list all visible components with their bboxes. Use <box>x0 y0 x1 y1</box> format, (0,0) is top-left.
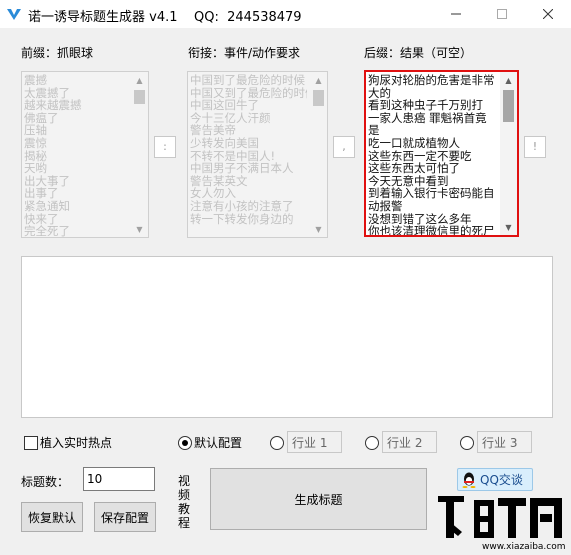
connector-list[interactable]: 中国到了最危险的时候 中国又到了最危险的时候 中国这回牛了 今十三亿人汗颜 警告美帝 少转… <box>187 71 328 238</box>
hot-topic-checkbox[interactable] <box>24 436 38 450</box>
list-item[interactable]: 这些东西太可怕了 <box>368 162 497 175</box>
list-item[interactable]: 你也该清理微信里的死尸了 <box>368 225 497 235</box>
suffix-scrollbar[interactable]: ▲ ▼ <box>500 72 517 235</box>
list-item[interactable]: 警告某英文 <box>190 175 307 188</box>
list-item[interactable]: 转一下转发你身边的 <box>190 213 307 226</box>
scroll-down-icon[interactable]: ▼ <box>131 221 148 237</box>
list-item[interactable]: 不转不是中国人! <box>190 150 307 163</box>
scroll-up-icon[interactable]: ▲ <box>500 72 517 88</box>
list-item[interactable]: 注意有小孩的注意了 <box>190 200 307 213</box>
suffix-label: 后缀：结果（可空） <box>364 46 473 60</box>
scroll-up-icon[interactable]: ▲ <box>131 72 148 88</box>
maximize-button[interactable] <box>479 0 525 28</box>
connector-label: 衔接：事件/动作要求 <box>188 46 301 60</box>
prefix-label: 前缀：抓眼球 <box>21 46 94 60</box>
list-item[interactable]: 今天无意中看到 <box>368 175 497 188</box>
prefix-separator-input[interactable]: : <box>154 136 176 158</box>
prefix-list[interactable]: 震撼 太震撼了 越来越震撼 佛瘟了 压轴 震惊 揭秘 天哟 出大事了 出事了 紧急通知 快来了 完全死了… <box>21 71 149 238</box>
connector-separator-input[interactable]: , <box>333 136 355 158</box>
list-item[interactable]: 震撼 <box>24 74 128 87</box>
list-item[interactable]: 吃一口就成植物人 <box>368 137 497 150</box>
maximize-icon <box>497 9 507 19</box>
list-item[interactable]: 狗尿对轮胎的危害是非常大的 <box>368 74 497 99</box>
industry-2-radio[interactable] <box>365 436 379 450</box>
minimize-icon <box>451 13 461 15</box>
scroll-thumb[interactable] <box>134 90 145 104</box>
qq-chat-label: QQ交谈 <box>480 473 523 487</box>
generate-title-button[interactable]: 生成标题 <box>210 468 427 530</box>
list-item[interactable]: 一家人患癌 罪魁祸首竟是 <box>368 112 497 137</box>
list-item[interactable]: 中国到了最危险的时候 <box>190 74 307 87</box>
app-logo-icon <box>7 9 21 20</box>
list-item[interactable]: 揭秘 <box>24 150 128 163</box>
watermark-url: www.xiazaiba.com <box>482 542 566 552</box>
suffix-list[interactable]: 狗尿对轮胎的危害是非常大的 看到这种虫子千万别打 一家人患癌 罪魁祸首竟是 吃一口就成… <box>364 70 519 237</box>
hot-topic-label: 植入实时热点 <box>40 436 113 450</box>
list-item[interactable]: 太震撼了 <box>24 87 128 100</box>
industry-2-label: 行业 2 <box>382 431 437 453</box>
title-count-input[interactable]: 10 <box>83 467 155 491</box>
list-item[interactable]: 到着输入银行卡密码能自动报警 <box>368 187 497 212</box>
restore-default-button[interactable]: 恢复默认 <box>21 502 83 532</box>
list-item[interactable]: 女人勿入 <box>190 187 307 200</box>
list-item[interactable]: 出大事了 <box>24 175 128 188</box>
close-icon <box>543 9 553 19</box>
scroll-thumb[interactable] <box>313 90 324 106</box>
list-item[interactable]: 今十三亿人汗颜 <box>190 112 307 125</box>
list-item[interactable]: 震惊 <box>24 137 128 150</box>
scroll-thumb[interactable] <box>503 90 514 122</box>
close-button[interactable] <box>525 0 571 28</box>
industry-3-radio[interactable] <box>460 436 474 450</box>
qq-chat-button[interactable]: QQ交谈 <box>457 468 533 491</box>
default-config-radio[interactable] <box>178 436 192 450</box>
industry-1-label: 行业 1 <box>287 431 342 453</box>
minimize-button[interactable] <box>433 0 479 28</box>
list-item[interactable]: 看到这种虫子千万别打 <box>368 99 497 112</box>
suffix-separator-input[interactable]: ! <box>524 136 546 158</box>
save-config-button[interactable]: 保存配置 <box>94 502 156 532</box>
video-tutorial-link[interactable]: 视频教程 <box>177 474 191 530</box>
title-count-label: 标题数： <box>21 475 70 489</box>
list-item[interactable]: 佛瘟了 <box>24 112 128 125</box>
scroll-down-icon[interactable]: ▼ <box>500 219 517 235</box>
list-item[interactable]: 警告美帝 <box>190 124 307 137</box>
list-item[interactable]: 少转发向美国 <box>190 137 307 150</box>
scroll-down-icon[interactable]: ▼ <box>310 221 327 237</box>
list-item[interactable]: 压轴 <box>24 124 128 137</box>
industry-1-radio[interactable] <box>270 436 284 450</box>
window-title: 诺一诱导标题生成器 v4.1 QQ: 244538479 <box>28 10 302 25</box>
scroll-up-icon[interactable]: ▲ <box>310 72 327 88</box>
list-item[interactable]: 没想到错了这么多年 <box>368 213 497 226</box>
connector-scrollbar[interactable]: ▲ ▼ <box>310 72 327 237</box>
output-textarea[interactable] <box>21 256 553 418</box>
title-bar: 诺一诱导标题生成器 v4.1 QQ: 244538479 <box>0 0 571 28</box>
list-item[interactable]: 天哟 <box>24 162 128 175</box>
list-item[interactable]: 这些东西一定不要吃 <box>368 150 497 163</box>
prefix-scrollbar[interactable]: ▲ ▼ <box>131 72 148 237</box>
list-item[interactable]: 紧急通知 <box>24 200 128 213</box>
default-config-label: 默认配置 <box>194 436 243 450</box>
list-item[interactable]: 中国男子不满日本人 <box>190 162 307 175</box>
industry-3-label: 行业 3 <box>477 431 532 453</box>
list-item[interactable]: 中国这回牛了 <box>190 99 307 112</box>
list-item[interactable]: 出事了 <box>24 187 128 200</box>
list-item[interactable]: 越来越震撼 <box>24 99 128 112</box>
list-item[interactable]: 中国又到了最危险的时候 <box>190 87 307 100</box>
list-item[interactable]: 快来了 <box>24 213 128 226</box>
qq-penguin-icon <box>462 472 476 488</box>
radio-selected-dot <box>182 440 188 446</box>
list-item[interactable]: 完全死了 <box>24 225 128 237</box>
